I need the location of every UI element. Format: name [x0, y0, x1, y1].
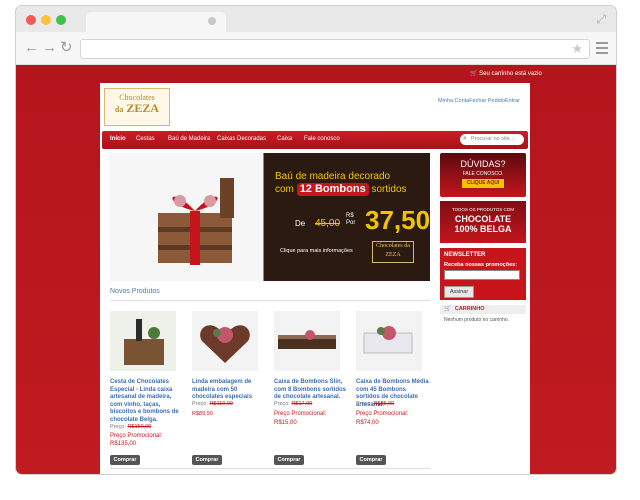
product-card: Caixa de Bombons Slin, com 8 Bombons sor… [274, 311, 350, 471]
product-promo-price: R$15,00 [274, 420, 297, 426]
page-viewport: 🛒 Seu carrinho está vazio Chocolates da … [16, 65, 616, 474]
product-image[interactable] [110, 311, 176, 371]
buy-button[interactable]: Comprar [356, 455, 386, 465]
cart-box: 🛒 CARRINHO Nenhum produto no carrinho. [440, 305, 526, 327]
newsletter-box: NEWSLETTER Receba nossas promoções: Assi… [440, 248, 526, 300]
content-divider [110, 468, 430, 469]
nav-home[interactable]: Início [110, 136, 126, 142]
product-image[interactable] [274, 311, 340, 371]
product-old-price: Preço: R$110,00 [192, 401, 233, 407]
nav-fale-conosco[interactable]: Fale conosco [304, 136, 340, 142]
promo-banner[interactable]: Baú de madeira decorado com 12 Bombons s… [110, 153, 430, 281]
buy-button[interactable]: Comprar [192, 455, 222, 465]
contact-ad-subtitle: FALE CONOSCO. [462, 171, 504, 177]
browser-window: ⤢ ← → ↻ ★ 🛒 Seu carrinho está vazio Choc… [16, 6, 616, 474]
checkout-link[interactable]: Fechar Pedido [469, 98, 505, 104]
product-promo-label: Preço Promocional: [274, 411, 327, 417]
reload-icon[interactable]: ↻ [60, 40, 73, 55]
title-bar: ⤢ [16, 6, 616, 32]
banner-info-text: Clique para mais informações [280, 248, 353, 254]
fullscreen-icon[interactable]: ⤢ [596, 12, 606, 27]
tab-close-icon[interactable] [208, 17, 216, 25]
newsletter-subscribe-button[interactable]: Assinar [444, 286, 474, 298]
product-old-price: Preço: R$85,00 [356, 401, 395, 407]
belgian-ad-headline: CHOCOLATE 100% BELGA [454, 214, 512, 234]
search-icon: ⌕ [463, 135, 467, 142]
account-links: Minha Conta|Fechar Pedido|Entrar [438, 98, 520, 104]
buy-button[interactable]: Comprar [110, 455, 140, 465]
banner-de-label: De [295, 219, 306, 228]
banner-new-price: 37,50 [365, 205, 430, 235]
nav-bau-madeira[interactable]: Baú de Madeira [168, 136, 210, 142]
newsletter-label: Receba nossas promoções: [444, 262, 518, 268]
minimize-window-button[interactable] [41, 15, 51, 25]
newsletter-title: NEWSLETTER [444, 252, 486, 258]
product-old-price: Preço: R$17,00 [274, 401, 313, 407]
product-promo-price: R$74,00 [356, 420, 379, 426]
product-promo-label: Preço Promocional: [356, 411, 409, 417]
site-logo[interactable]: Chocolates da ZEZA [104, 88, 170, 126]
contact-ad[interactable]: DÚVIDAS? FALE CONOSCO. CLIQUE AQUI [440, 153, 526, 197]
store-page: Chocolates da ZEZA Minha Conta|Fechar Pe… [100, 83, 530, 474]
product-name[interactable]: Linda embalagem de madeira com 50 chocol… [192, 379, 266, 402]
product-promo-label: Preço Promocional: [110, 433, 163, 439]
newsletter-email-input[interactable] [444, 270, 520, 280]
maximize-window-button[interactable] [56, 15, 66, 25]
product-card: Cesta de Chocolates Especial - Linda cai… [110, 311, 186, 471]
browser-menu-icon[interactable] [596, 42, 608, 57]
browser-toolbar: ← → ↻ ★ [16, 32, 616, 65]
search-placeholder: Procurar no site... [471, 136, 515, 142]
product-name[interactable]: Cesta de Chocolates Especial - Linda cai… [110, 379, 184, 424]
banner-por-label: R$ Por [346, 213, 356, 226]
close-window-button[interactable] [26, 15, 36, 25]
belgian-chocolate-ad[interactable]: TODOS OS PRODUTOS COM CHOCOLATE 100% BELG… [440, 201, 526, 243]
product-promo-price: R$135,00 [110, 441, 137, 447]
nav-cestas[interactable]: Cestas [136, 136, 155, 142]
product-old-price: Preço: R$150,00 [110, 424, 152, 430]
product-card: Caixa de Bombons Média com 45 Bombons so… [356, 311, 432, 471]
browser-tab[interactable] [86, 12, 226, 32]
belgian-ad-line1: TODOS OS PRODUTOS COM [451, 207, 515, 212]
new-products-title: Novos Produtos [110, 288, 430, 301]
banner-logo: Chocolates da ZEZA [372, 241, 414, 263]
buy-button[interactable]: Comprar [274, 455, 304, 465]
bookmark-star-icon[interactable]: ★ [571, 41, 583, 57]
cart-icon: 🛒 [444, 306, 451, 312]
cart-empty-text: Nenhum produto no carrinho. [444, 317, 510, 323]
nav-caixas-decoradas[interactable]: Caixas Decoradas [217, 136, 266, 142]
product-image[interactable] [192, 311, 258, 371]
banner-title: Baú de madeira decorado com 12 Bombons s… [275, 171, 407, 196]
cart-header: 🛒 CARRINHO [440, 305, 526, 314]
address-bar[interactable]: ★ [80, 39, 590, 59]
my-account-link[interactable]: Minha Conta [438, 98, 469, 104]
main-nav: Início Cestas Baú de Madeira Caixas Deco… [102, 131, 528, 149]
forward-icon[interactable]: → [42, 40, 57, 55]
top-cart-status[interactable]: 🛒 Seu carrinho está vazio [470, 70, 542, 77]
contact-ad-title: DÚVIDAS? [460, 159, 506, 169]
contact-ad-button[interactable]: CLIQUE AQUI [462, 179, 504, 188]
banner-old-price: 45,00 [315, 218, 341, 229]
product-name[interactable]: Caixa de Bombons Slin, com 8 Bombons sor… [274, 379, 348, 402]
search-input[interactable]: ⌕ Procurar no site... [460, 134, 524, 145]
product-card: Linda embalagem de madeira com 50 chocol… [192, 311, 268, 471]
product-promo-price: R$89,90 [192, 411, 213, 417]
gift-box-image [158, 178, 234, 265]
product-image[interactable] [356, 311, 422, 371]
back-icon[interactable]: ← [24, 40, 39, 55]
login-link[interactable]: Entrar [505, 98, 520, 104]
nav-caixa[interactable]: Caixa [277, 136, 292, 142]
